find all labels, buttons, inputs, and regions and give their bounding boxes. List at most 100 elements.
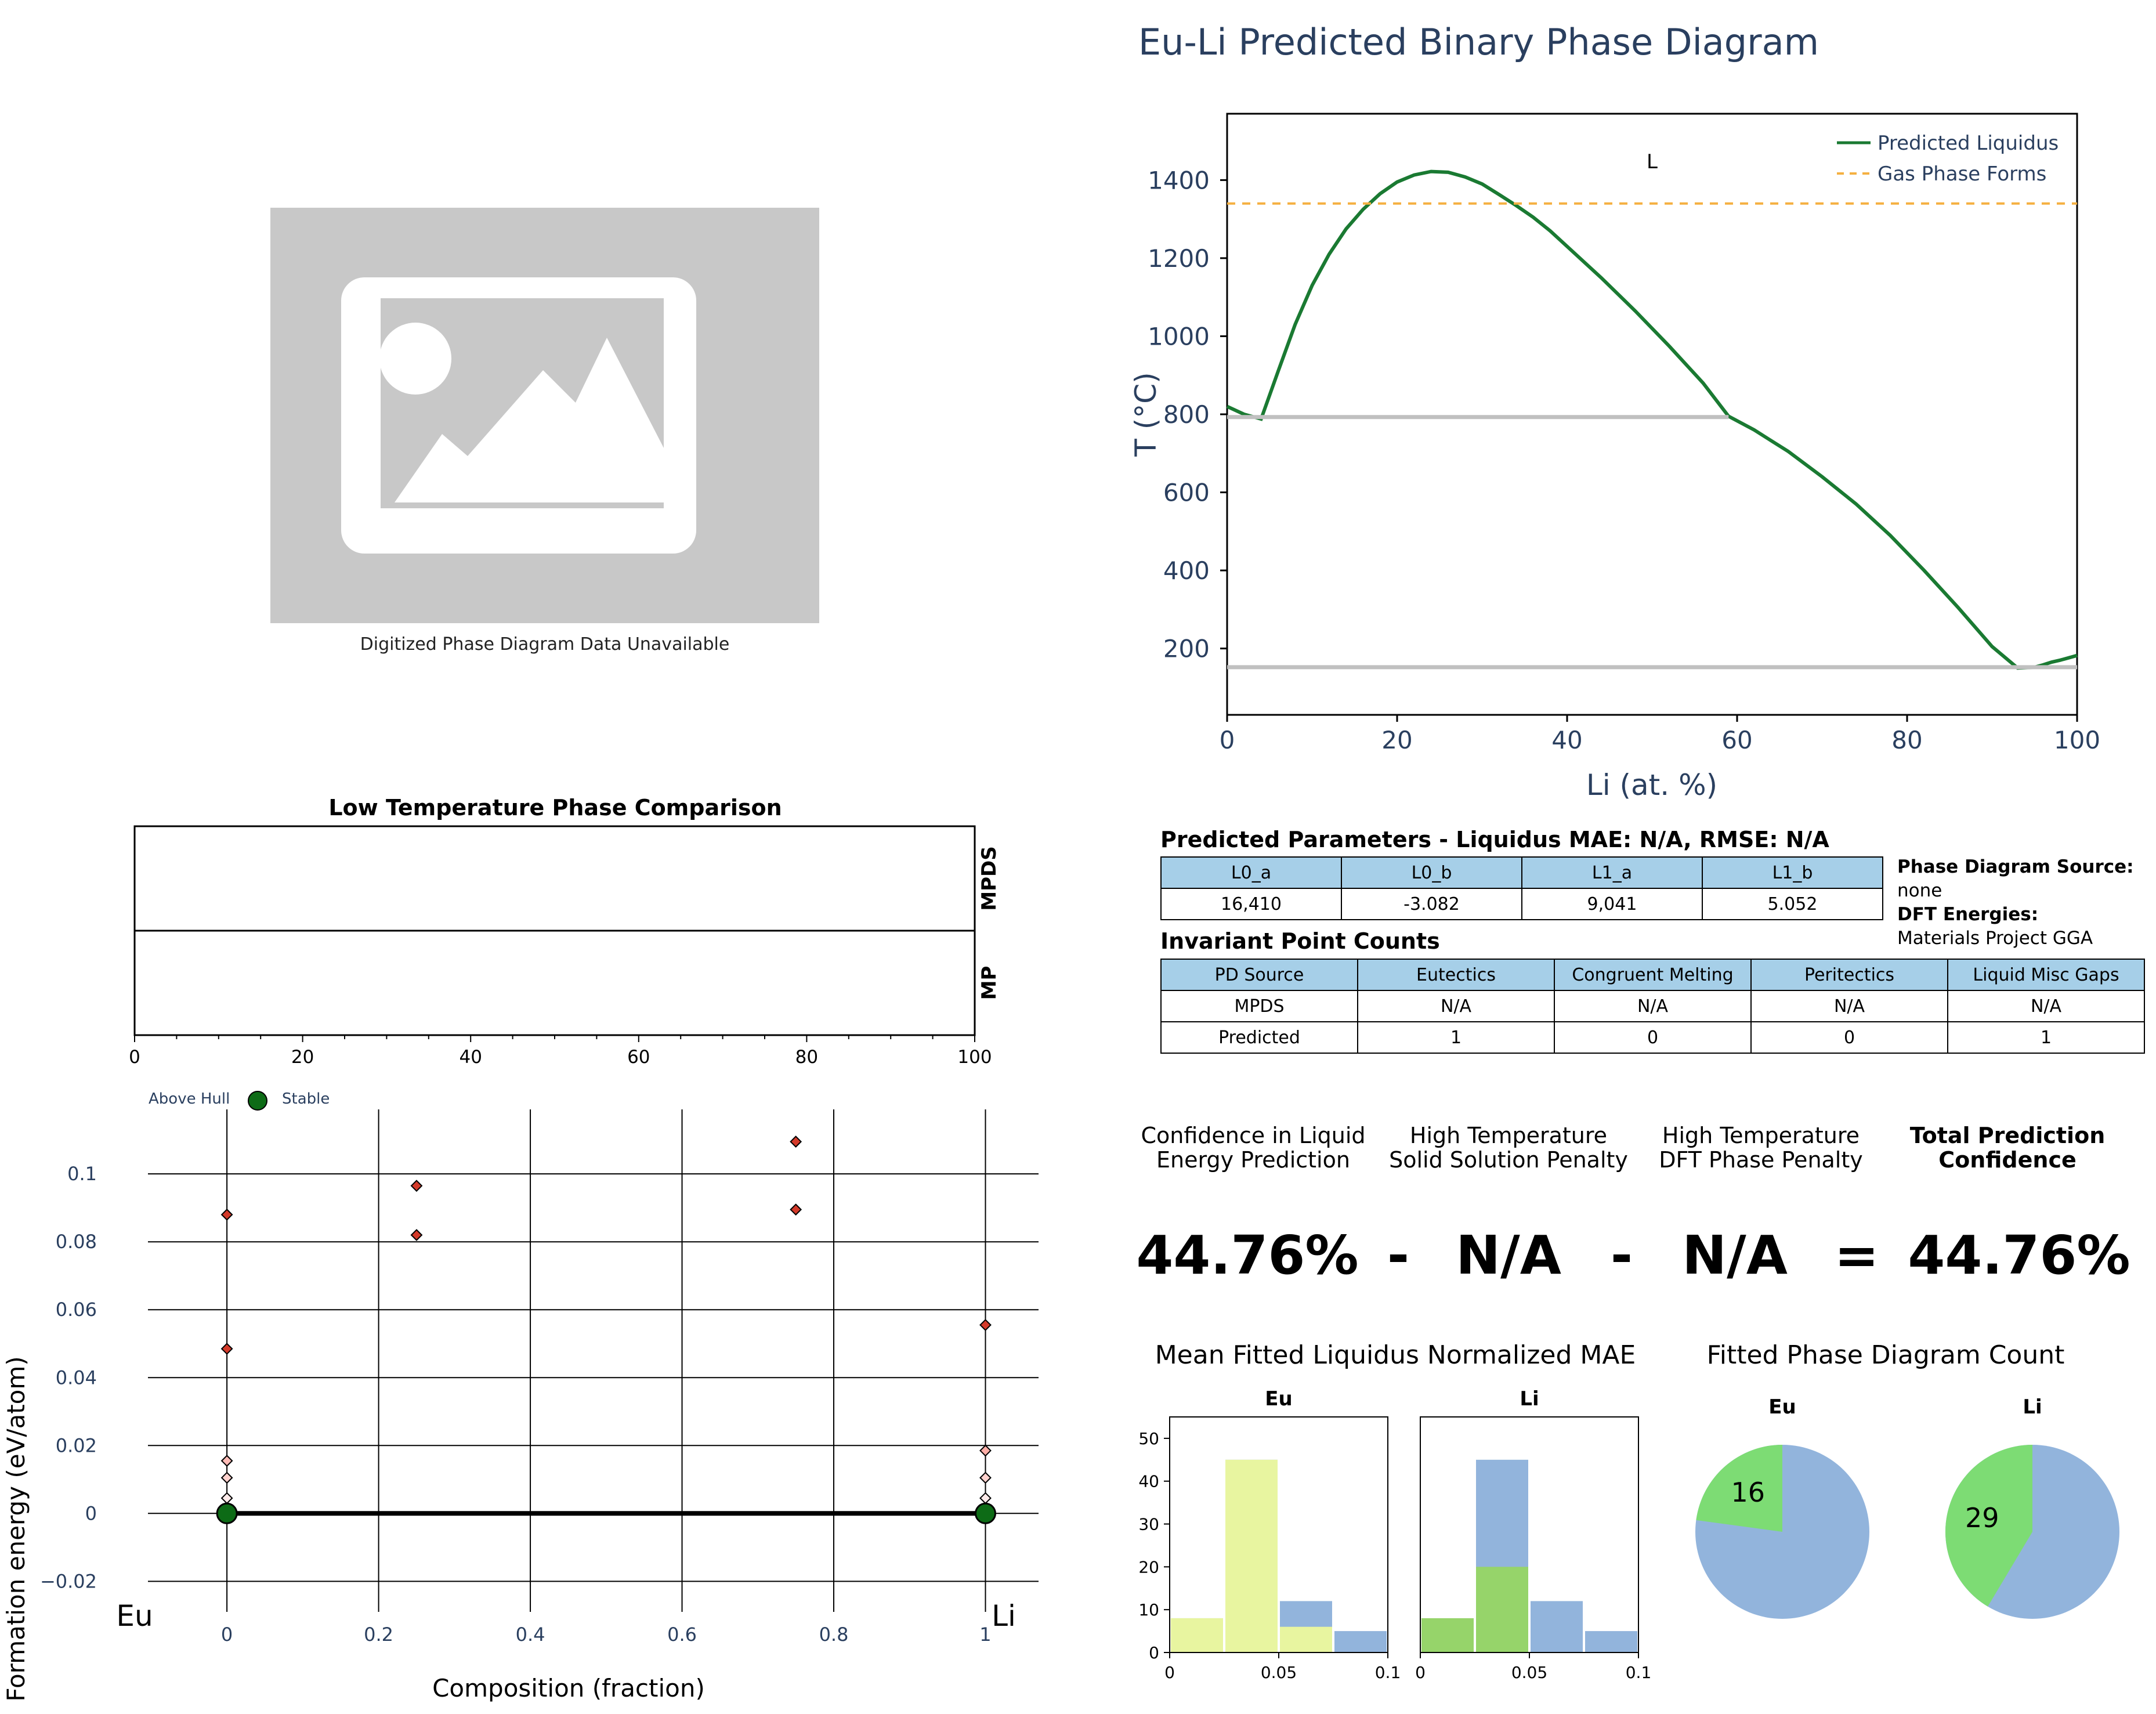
low-temp-row-mp xyxy=(133,930,976,1036)
histogram-bar xyxy=(1334,1631,1387,1652)
hull-end-label-li: Li xyxy=(992,1599,1016,1633)
params-value-l0a: 16,410 xyxy=(1160,888,1342,920)
inv-header-peritectics: Peritectics xyxy=(1750,959,1948,991)
source-label: Phase Diagram Source: xyxy=(1897,856,2134,877)
table-row: Predicted 1 0 0 1 xyxy=(1160,1021,2145,1054)
liquidus-line xyxy=(1226,169,2078,670)
confidence-header-liquid: Confidence in Liquid Energy Prediction xyxy=(1120,1123,1387,1172)
y-tick-label: 1400 xyxy=(1148,166,1210,194)
y-tick-label: 400 xyxy=(1163,556,1210,585)
y-tick-label: 20 xyxy=(1138,1557,1159,1576)
y-tick-label: 1000 xyxy=(1148,322,1210,350)
confidence-value-total: 44.76% xyxy=(1908,1224,2130,1286)
y-tick-label: 0 xyxy=(85,1502,97,1524)
above-hull-point xyxy=(220,1343,233,1355)
low-temp-row-mpds xyxy=(133,825,976,932)
params-value-l1a: 9,041 xyxy=(1521,888,1703,920)
inv-cell: N/A xyxy=(1750,990,1948,1022)
y-tick-label: 50 xyxy=(1138,1429,1159,1448)
inv-cell: N/A xyxy=(1947,990,2145,1022)
pie-panel-title: Li xyxy=(2023,1395,2042,1419)
confidence-value-dft: N/A xyxy=(1682,1224,1788,1286)
pie-slice-label: 29 xyxy=(1965,1502,1999,1534)
x-tick-label: 100 xyxy=(957,1047,992,1068)
low-temp-label-mpds: MPDS xyxy=(978,846,1001,910)
x-tick-label: 60 xyxy=(1721,726,1752,754)
pie-title: Fitted Phase Diagram Count xyxy=(1706,1340,2065,1370)
above-hull-point xyxy=(220,1492,233,1505)
x-tick-label: 0.05 xyxy=(1511,1663,1547,1682)
above-hull-point xyxy=(979,1471,992,1484)
invariants-table: PD Source Eutectics Congruent Melting Pe… xyxy=(1160,959,2145,1054)
pie-slice-label: 16 xyxy=(1731,1477,1766,1508)
x-tick-label: 0.8 xyxy=(819,1623,849,1646)
confidence-header-line: Energy Prediction xyxy=(1156,1147,1350,1173)
above-hull-point xyxy=(979,1444,992,1457)
inv-cell: 1 xyxy=(1357,1021,1555,1054)
x-tick-label: 40 xyxy=(459,1047,482,1068)
params-header-l0a: L0_a xyxy=(1160,856,1342,889)
above-hull-point xyxy=(410,1229,423,1241)
confidence-header-dft: High Temperature DFT Phase Penalty xyxy=(1627,1123,1894,1172)
x-tick-label: 0 xyxy=(1164,1663,1175,1682)
hull-end-label-eu: Eu xyxy=(116,1599,153,1633)
params-title: Predicted Parameters - Liquidus MAE: N/A… xyxy=(1160,827,1829,852)
source-info: Phase Diagram Source: none DFT Energies:… xyxy=(1897,855,2134,950)
confidence-value-liquid: 44.76% xyxy=(1136,1224,1359,1286)
above-hull-point xyxy=(979,1319,992,1331)
x-tick-label: 0 xyxy=(129,1047,140,1068)
confidence-header-line: Total Prediction xyxy=(1909,1123,2106,1148)
inv-header-eutectics: Eutectics xyxy=(1357,959,1555,991)
y-tick-label: 30 xyxy=(1138,1515,1159,1534)
x-tick-label: 0.05 xyxy=(1261,1663,1297,1682)
phase-annotation-L: L xyxy=(1647,150,1658,173)
placeholder-image xyxy=(270,208,819,623)
y-tick-label: 0 xyxy=(1149,1643,1159,1662)
above-hull-point xyxy=(220,1471,233,1484)
above-hull-point xyxy=(220,1208,233,1221)
hull-legend: Above Hull Stable xyxy=(149,1091,330,1111)
x-tick-label: 0 xyxy=(221,1623,233,1646)
histogram-panel-title: Li xyxy=(1520,1387,1539,1411)
histogram-bar xyxy=(1171,1618,1223,1652)
hull-x-label: Composition (fraction) xyxy=(432,1674,705,1702)
y-tick-label: 0.02 xyxy=(56,1434,97,1456)
histogram-frame xyxy=(1169,1416,1388,1653)
stable-point xyxy=(974,1502,996,1524)
x-tick-label: 80 xyxy=(1891,726,1922,754)
placeholder-caption: Digitized Phase Diagram Data Unavailable xyxy=(360,634,730,654)
confidence-header-line: High Temperature xyxy=(1409,1123,1608,1148)
y-tick-label: 0.1 xyxy=(67,1163,97,1185)
phase-count-pie-chart: 16 Eu 29 Li xyxy=(1695,1395,2119,1619)
confidence-header-solid-solution: High Temperature Solid Solution Penalty xyxy=(1369,1123,1648,1172)
confidence-operator-equals: = xyxy=(1834,1224,1879,1286)
histogram-bar xyxy=(1476,1567,1528,1652)
confidence-header-total: Total Prediction Confidence xyxy=(1874,1123,2141,1172)
x-tick-label: 40 xyxy=(1551,726,1582,754)
histogram-frame xyxy=(1420,1416,1639,1653)
x-tick-label: 1 xyxy=(979,1623,991,1646)
y-tick-label: 600 xyxy=(1163,479,1210,507)
y-tick-label: −0.02 xyxy=(40,1570,97,1592)
low-temp-chart: MPDS MP 0 20 40 60 80 100 xyxy=(129,825,1001,1068)
confidence-operator-minus: - xyxy=(1610,1224,1633,1286)
y-tick-label: 10 xyxy=(1138,1600,1159,1619)
histogram-bar xyxy=(1225,1459,1278,1652)
mae-histogram-chart: Eu 0 0.05 0.1 0 10 20 30 40 50 Li 0 0.05 0.1 xyxy=(1138,1387,1652,1682)
x-tick-label: 20 xyxy=(1381,726,1412,754)
inv-cell: 1 xyxy=(1947,1021,2145,1054)
x-tick-label: 0.1 xyxy=(1626,1663,1652,1682)
params-table: L0_a L0_b L1_a L1_b 16,410 -3.082 9,041 … xyxy=(1160,856,1883,920)
above-hull-point xyxy=(790,1136,802,1148)
inv-cell: 0 xyxy=(1750,1021,1948,1054)
x-tick-label: 100 xyxy=(2054,726,2100,754)
confidence-header-line: Solid Solution Penalty xyxy=(1389,1147,1628,1173)
phase-diagram-title: Eu-Li Predicted Binary Phase Diagram xyxy=(1138,21,1819,63)
low-temp-label-mp: MP xyxy=(978,966,1001,1000)
params-header-l0b: L0_b xyxy=(1341,856,1522,889)
inv-cell: MPDS xyxy=(1160,990,1358,1022)
hull-y-label: Formation energy (eV/atom) xyxy=(2,1356,30,1701)
above-hull-point xyxy=(220,1455,233,1467)
inv-header-source: PD Source xyxy=(1160,959,1358,991)
inv-header-congruent: Congruent Melting xyxy=(1554,959,1752,991)
